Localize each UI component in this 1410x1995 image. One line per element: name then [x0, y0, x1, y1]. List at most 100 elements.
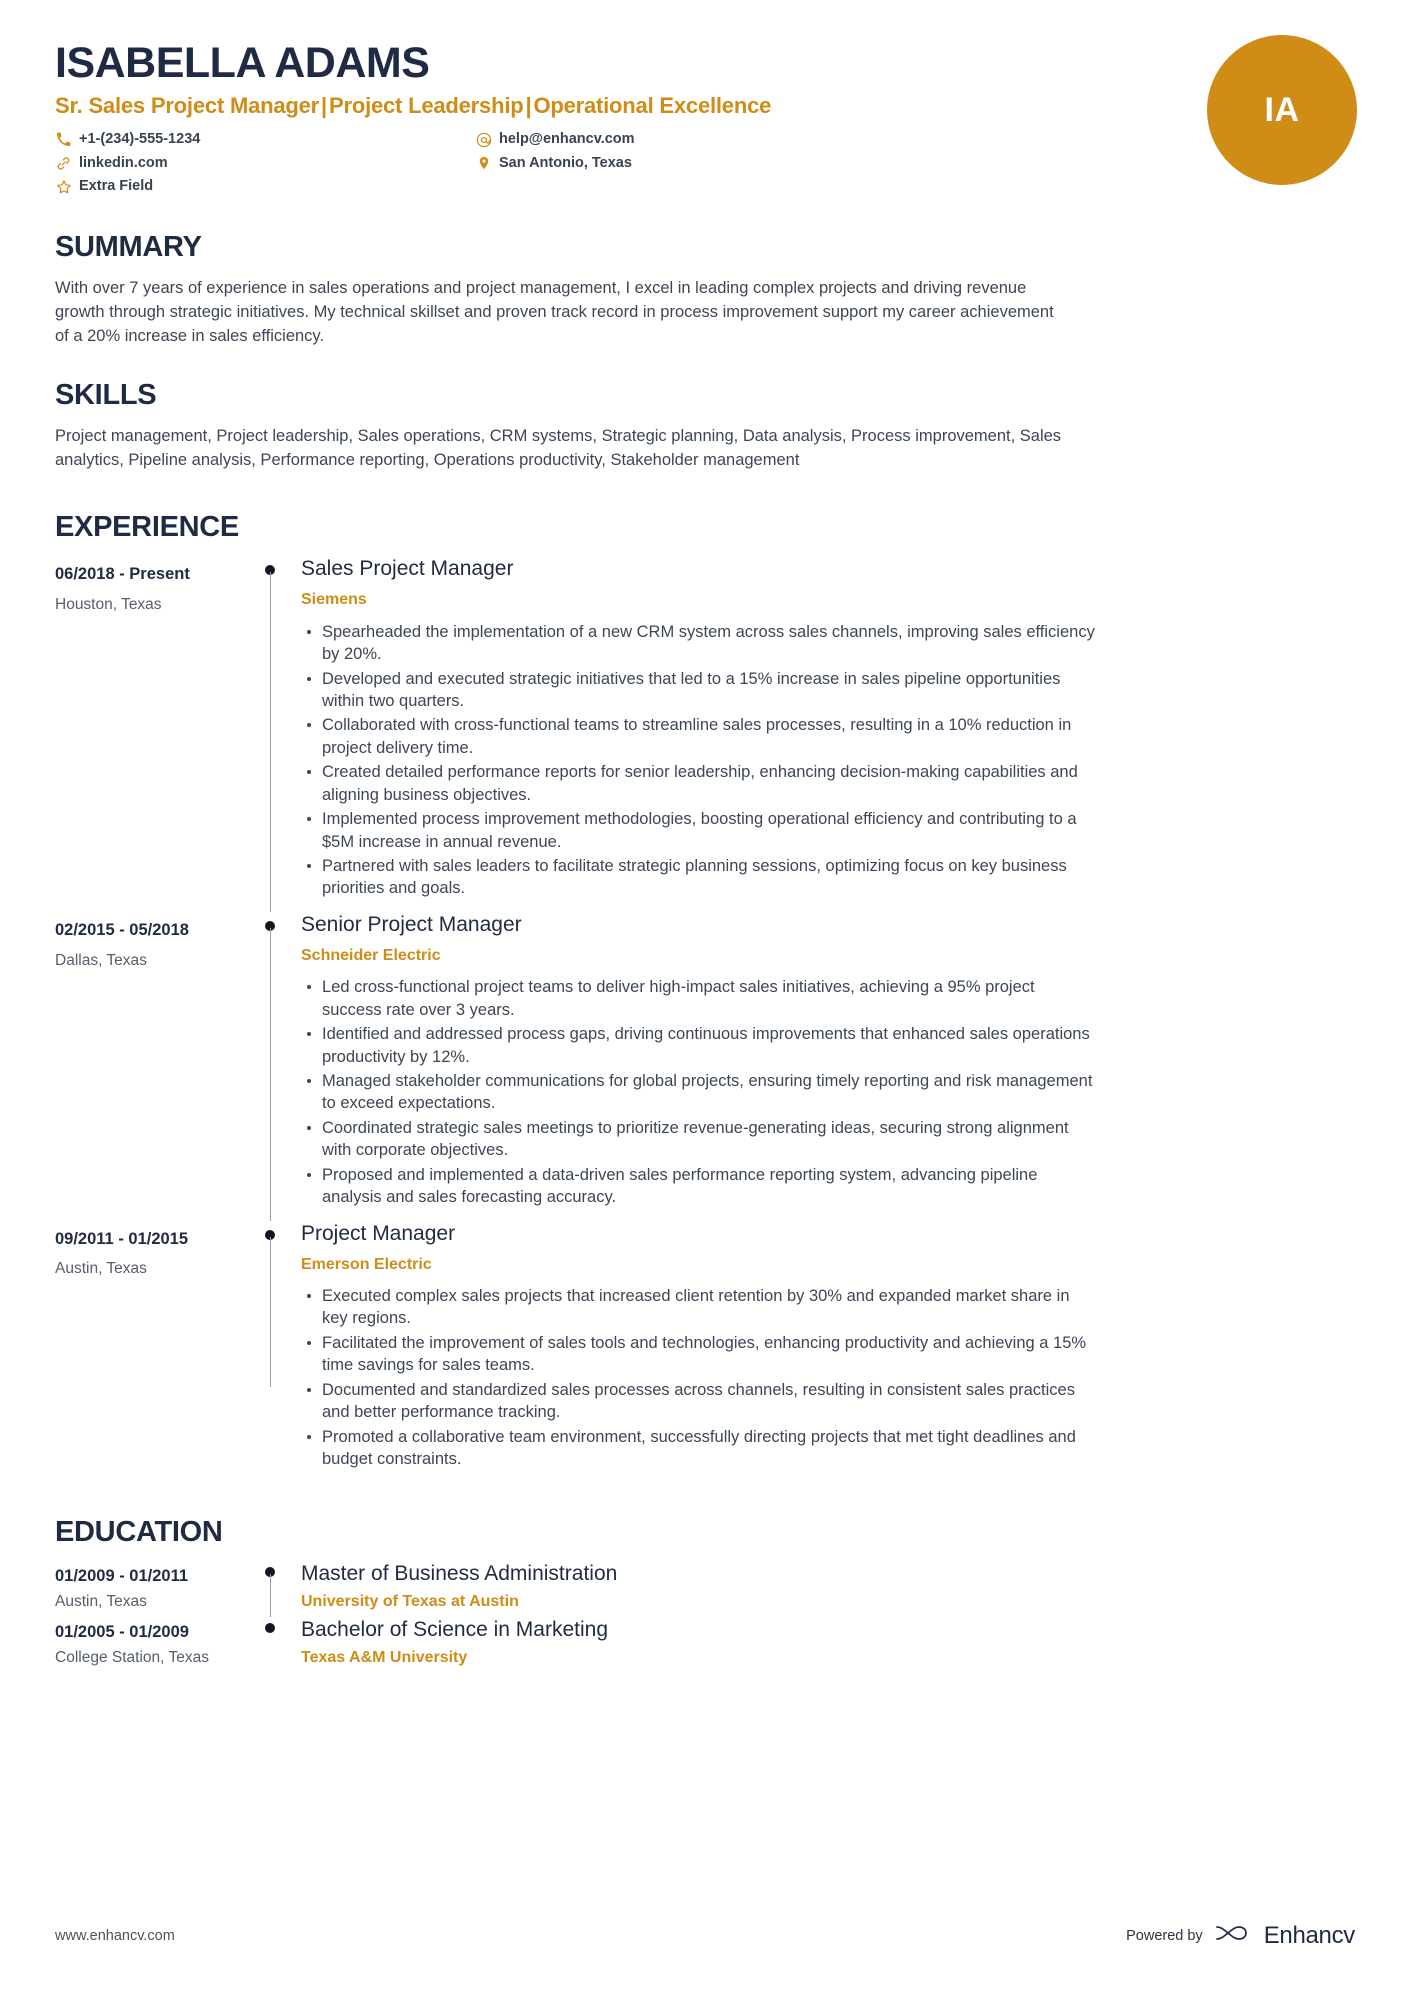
list-item: Promoted a collaborative team environmen… [301, 1426, 1097, 1471]
education-entry-body: Bachelor of Science in Marketing Texas A… [301, 1617, 1355, 1673]
timeline-rail [245, 1221, 301, 1483]
experience-entry-bullets: Executed complex sales projects that inc… [301, 1285, 1345, 1471]
contact-details: +1-(234)-555-1234 help@enhancv.com linke… [55, 130, 855, 197]
education-entry-school: Texas A&M University [301, 1649, 468, 1667]
contact-location[interactable]: San Antonio, Texas [475, 154, 855, 174]
experience-entry-location: Austin, Texas [55, 1260, 147, 1278]
location-pin-icon [475, 155, 492, 171]
resume-header: ISABELLA ADAMS Sr. Sales Project Manager… [0, 0, 1410, 197]
list-item: Coordinated strategic sales meetings to … [301, 1117, 1097, 1162]
list-item: Implemented process improvement methodol… [301, 808, 1097, 853]
experience-entry: 06/2018 - Present Houston, Texas Sales P… [55, 556, 1355, 912]
experience-entry-bullets: Spearheaded the implementation of a new … [301, 621, 1345, 900]
contact-email-text: help@enhancv.com [499, 130, 635, 147]
email-icon [475, 132, 492, 148]
education-entry-meta: 01/2005 - 01/2009 College Station, Texas [55, 1617, 245, 1673]
list-item: Partnered with sales leaders to facilita… [301, 855, 1097, 900]
experience-entry-meta: 09/2011 - 01/2015 Austin, Texas [55, 1221, 245, 1483]
enhancv-brand: Enhancv [1214, 1920, 1355, 1951]
contact-extra-field-text: Extra Field [79, 178, 154, 195]
summary-section: SUMMARY With over 7 years of experience … [0, 231, 1410, 349]
education-entry-school: University of Texas at Austin [301, 1593, 519, 1611]
headline-part-3: Operational Excellence [533, 93, 772, 119]
skills-section-title: SKILLS [55, 378, 157, 411]
contact-phone-text: +1-(234)-555-1234 [79, 130, 201, 147]
contact-column-right: help@enhancv.com [475, 130, 855, 150]
experience-entry-title: Project Manager [301, 1221, 456, 1245]
experience-entry-date: 06/2018 - Present [55, 565, 190, 584]
list-item: Facilitated the improvement of sales too… [301, 1332, 1097, 1377]
experience-entry-body: Senior Project Manager Schneider Electri… [301, 912, 1355, 1221]
timeline-line [269, 927, 271, 1221]
list-item: Created detailed performance reports for… [301, 761, 1097, 806]
contact-linkedin[interactable]: linkedin.com [55, 154, 475, 174]
list-item: Executed complex sales projects that inc… [301, 1285, 1097, 1330]
contact-row-3: Extra Field [55, 177, 855, 197]
resume-page: ISABELLA ADAMS Sr. Sales Project Manager… [0, 0, 1410, 1995]
experience-entry-location: Dallas, Texas [55, 951, 147, 969]
list-item: Identified and addressed process gaps, d… [301, 1023, 1097, 1068]
contact-extra-field[interactable]: Extra Field [55, 177, 475, 197]
page-footer: www.enhancv.com Powered by Enhancv [55, 1920, 1355, 1951]
candidate-name: ISABELLA ADAMS [55, 39, 430, 87]
headline-part-1: Sr. Sales Project Manager [55, 93, 320, 119]
education-entry-body: Master of Business Administration Univer… [301, 1561, 1355, 1617]
timeline-rail [245, 912, 301, 1221]
experience-entry: 09/2011 - 01/2015 Austin, Texas Project … [55, 1221, 1355, 1483]
experience-entry-date: 09/2011 - 01/2015 [55, 1229, 189, 1248]
contact-linkedin-text: linkedin.com [79, 154, 168, 171]
timeline-rail [245, 1617, 301, 1673]
candidate-headline: Sr. Sales Project Manager|Project Leader… [55, 92, 1355, 120]
contact-row-1: +1-(234)-555-1234 help@enhancv.com [55, 130, 855, 150]
experience-entry-list: 06/2018 - Present Houston, Texas Sales P… [55, 556, 1355, 1482]
experience-entry-company: Schneider Electric [301, 947, 441, 965]
list-item: Managed stakeholder communications for g… [301, 1070, 1097, 1115]
experience-section-title: EXPERIENCE [55, 510, 239, 543]
education-entry-list: 01/2009 - 01/2011 Austin, Texas Master o… [55, 1561, 1355, 1674]
experience-entry-meta: 06/2018 - Present Houston, Texas [55, 556, 245, 912]
summary-section-title: SUMMARY [55, 230, 202, 263]
timeline-rail [245, 1561, 301, 1618]
timeline-line [269, 1573, 271, 1618]
education-entry-meta: 01/2009 - 01/2011 Austin, Texas [55, 1561, 245, 1617]
experience-entry-title: Senior Project Manager [301, 912, 522, 936]
contact-phone[interactable]: +1-(234)-555-1234 [55, 130, 475, 150]
experience-entry-bullets: Led cross-functional project teams to de… [301, 976, 1345, 1208]
education-entry-degree: Bachelor of Science in Marketing [301, 1618, 608, 1642]
education-entry-date: 01/2005 - 01/2009 [55, 1623, 189, 1642]
timeline-dot-icon [265, 1623, 275, 1634]
experience-section: EXPERIENCE 06/2018 - Present Houston, Te… [0, 511, 1410, 1483]
list-item: Developed and executed strategic initiat… [301, 668, 1097, 713]
experience-entry-title: Sales Project Manager [301, 557, 514, 581]
skills-text: Project management, Project leadership, … [55, 427, 1062, 469]
avatar-monogram: IA [1207, 35, 1357, 185]
experience-entry-body: Sales Project Manager Siemens Spearheade… [301, 556, 1355, 912]
phone-icon [55, 132, 72, 148]
footer-branding: Powered by Enhancv [1126, 1920, 1355, 1951]
contact-email[interactable]: help@enhancv.com [475, 130, 855, 150]
link-icon [55, 155, 72, 171]
monogram-initials: IA [1264, 90, 1300, 129]
contact-row-2: linkedin.com San Antonio, Texas [55, 154, 855, 174]
footer-website-url[interactable]: www.enhancv.com [55, 1928, 175, 1944]
star-icon [55, 179, 72, 195]
list-item: Led cross-functional project teams to de… [301, 976, 1097, 1021]
education-entry-degree: Master of Business Administration [301, 1561, 618, 1585]
experience-entry: 02/2015 - 05/2018 Dallas, Texas Senior P… [55, 912, 1355, 1221]
education-entry-location: College Station, Texas [55, 1649, 209, 1667]
timeline-rail [245, 556, 301, 912]
contact-column-left-3: Extra Field [55, 177, 475, 197]
contact-column-right-2: San Antonio, Texas [475, 154, 855, 174]
experience-entry-date: 02/2015 - 05/2018 [55, 920, 189, 939]
summary-text: With over 7 years of experience in sales… [55, 278, 1054, 345]
list-item: Collaborated with cross-functional teams… [301, 714, 1097, 759]
powered-by-label: Powered by [1126, 1927, 1203, 1944]
education-entry-date: 01/2009 - 01/2011 [55, 1566, 189, 1585]
enhancv-logo-icon [1214, 1920, 1256, 1951]
experience-entry-company: Emerson Electric [301, 1255, 432, 1273]
list-item: Documented and standardized sales proces… [301, 1379, 1097, 1424]
education-entry-location: Austin, Texas [55, 1592, 147, 1610]
skills-section: SKILLS Project management, Project leade… [0, 379, 1410, 473]
education-section: EDUCATION 01/2009 - 01/2011 Austin, Texa… [0, 1516, 1410, 1674]
experience-entry-company: Siemens [301, 591, 367, 609]
